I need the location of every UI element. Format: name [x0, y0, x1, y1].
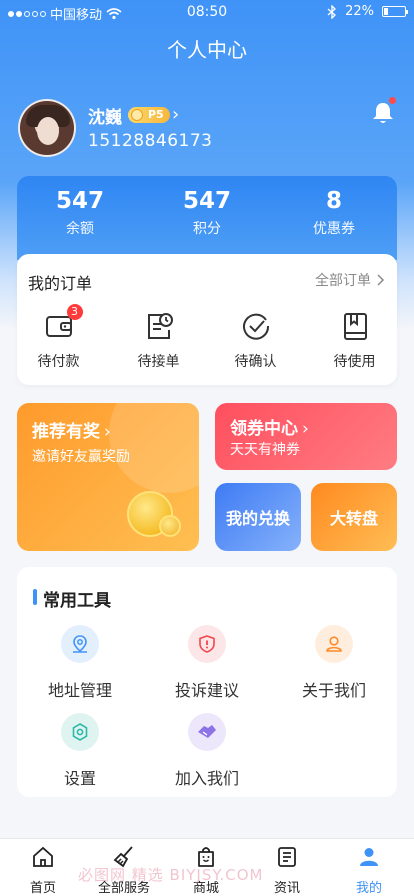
handshake-icon: [188, 713, 226, 751]
chevron-right-icon: ›: [104, 422, 111, 442]
tool-feedback[interactable]: 投诉建议: [144, 625, 270, 701]
user-phone: 15128846173: [88, 131, 213, 151]
chevron-right-icon[interactable]: ›: [172, 104, 179, 125]
tab-home[interactable]: 首页: [2, 845, 84, 896]
order-count-badge: 3: [66, 304, 83, 320]
bluetooth-icon: [327, 4, 337, 19]
order-pending-payment[interactable]: 3 待付款: [11, 304, 106, 371]
tool-label: 地址管理: [47, 681, 112, 700]
tool-address[interactable]: 地址管理: [17, 625, 143, 701]
stat-label: 余额: [66, 221, 94, 237]
lucky-wheel-button[interactable]: 大转盘: [311, 483, 397, 551]
tool-about[interactable]: 关于我们: [271, 625, 397, 701]
home-icon: [33, 846, 53, 867]
small-coin-icon: [159, 515, 181, 537]
tool-join-us[interactable]: 加入我们: [144, 713, 270, 789]
profile-icon: [360, 848, 378, 866]
crown-icon: [131, 109, 143, 121]
order-awaiting-acceptance[interactable]: 待接单: [111, 310, 206, 371]
check-circle-icon: [240, 310, 272, 342]
page-title: 个人中心: [167, 38, 247, 62]
all-orders-link[interactable]: 全部订单: [315, 270, 385, 290]
tab-label: 我的: [355, 881, 382, 896]
tab-mine[interactable]: 我的: [328, 845, 410, 896]
stat-balance[interactable]: 547 余额: [17, 188, 143, 238]
level-badge: P5: [128, 107, 170, 123]
status-right: 22%: [327, 4, 408, 19]
order-label: 待使用: [333, 354, 376, 370]
orders-title: 我的订单: [28, 274, 93, 293]
stat-label: 积分: [193, 221, 221, 237]
tool-label: 设置: [63, 769, 96, 788]
chevron-right-icon: ›: [302, 419, 309, 439]
orders-card: 我的订单 全部订单 3 待付款 待接单 待确认 待使用: [17, 254, 397, 385]
tool-settings[interactable]: 设置: [17, 713, 143, 789]
referral-title: 推荐有奖 ›: [32, 417, 111, 442]
referral-subtitle: 邀请好友赢奖励: [32, 449, 130, 465]
coupon-title: 领券中心 ›: [230, 414, 309, 439]
all-orders-label: 全部订单: [315, 273, 371, 289]
coupon-title-text: 领券中心: [230, 419, 298, 439]
notification-dot: [389, 97, 396, 104]
status-bar: 中国移动 08:50 22%: [0, 0, 414, 24]
news-icon: [278, 847, 296, 867]
order-to-use[interactable]: 待使用: [307, 310, 402, 371]
bookmark-book-icon: [339, 310, 371, 342]
my-redemptions-button[interactable]: 我的兑换: [215, 483, 301, 551]
coupon-center-promo[interactable]: 领券中心 › 天天有神券: [215, 403, 397, 470]
user-icon: [315, 625, 353, 663]
avatar[interactable]: [18, 99, 76, 157]
tab-label: 首页: [29, 881, 56, 896]
stat-value: 547: [182, 188, 231, 214]
battery-icon: [382, 6, 408, 17]
shield-alert-icon: [188, 625, 226, 663]
tools-title: 常用工具: [43, 591, 111, 611]
section-accent-bar: [33, 589, 37, 605]
gear-icon: [61, 713, 99, 751]
stats-card: 547 余额 547 积分 8 优惠券: [17, 176, 397, 260]
stat-label: 优惠券: [313, 221, 355, 237]
coupon-subtitle: 天天有神券: [230, 442, 300, 458]
order-label: 待接单: [137, 354, 180, 370]
location-icon: [61, 625, 99, 663]
stat-coupons[interactable]: 8 优惠券: [271, 188, 397, 238]
referral-promo[interactable]: 推荐有奖 › 邀请好友赢奖励: [17, 403, 199, 551]
watermark: 必图网 精选 BIYJSY.COM: [78, 866, 264, 884]
order-label: 待付款: [37, 354, 80, 370]
tool-label: 关于我们: [301, 681, 366, 700]
clock-document-icon: [143, 310, 175, 342]
chevron-right-icon: [377, 274, 385, 286]
order-to-confirm[interactable]: 待确认: [208, 310, 303, 371]
battery-percent: 22%: [345, 4, 374, 19]
order-label: 待确认: [234, 354, 277, 370]
wallet-icon: 3: [43, 304, 83, 342]
tools-card: 常用工具 地址管理 投诉建议 关于我们 设置 加入我们: [17, 567, 397, 797]
stat-value: 8: [325, 188, 342, 214]
level-label: P5: [148, 108, 164, 121]
avatar-face: [37, 117, 59, 145]
referral-title-text: 推荐有奖: [32, 422, 100, 442]
stat-points[interactable]: 547 积分: [144, 188, 270, 238]
tool-label: 加入我们: [174, 769, 239, 788]
user-name[interactable]: 沈巍: [88, 103, 122, 128]
stat-value: 547: [55, 188, 104, 214]
tool-label: 投诉建议: [174, 681, 239, 700]
